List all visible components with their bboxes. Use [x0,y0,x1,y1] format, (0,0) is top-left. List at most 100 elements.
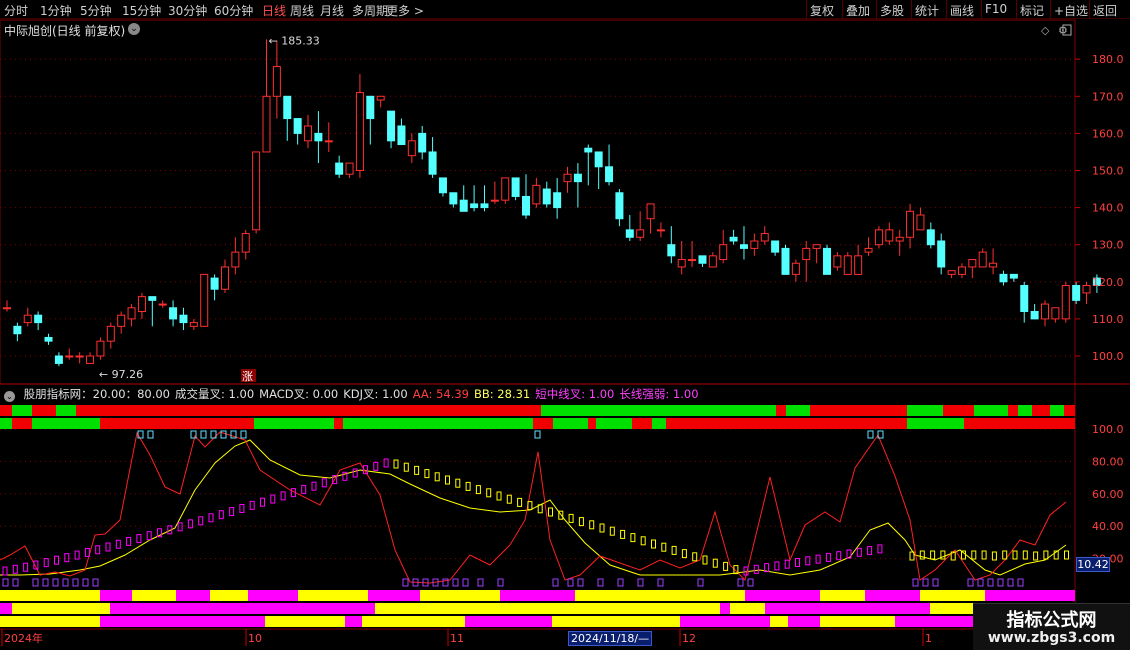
trend-marker [136,534,142,544]
trend-marker [1064,550,1069,560]
trend-marker [681,549,687,559]
signal-strip-segment [666,418,907,429]
strength-bar-segment [345,616,362,627]
trend-marker [919,550,925,560]
candle [106,325,115,342]
signal-strip-segment [12,418,32,429]
candle [739,244,748,249]
trend-marker [815,554,821,564]
bottom-marker [477,578,484,587]
signal-strip-segment [32,405,56,416]
strength-bar-segment [765,603,930,614]
chart-options-button[interactable]: ⌄ [128,23,140,35]
trend-marker [930,550,936,560]
trend-marker [774,561,780,571]
signal-strip-segment [1064,405,1075,416]
signal-strip-segment [56,405,76,416]
trend-marker [1012,550,1018,560]
strength-bar-segment [730,603,765,614]
strength-bar-segment [820,590,865,601]
candle [65,355,74,358]
trend-marker [609,526,615,536]
legend-item-5: BB: 28.31 [474,387,531,401]
candle [324,140,333,143]
trend-marker [825,552,831,562]
candle [584,147,593,153]
bottom-marker [697,578,704,587]
candle [1020,285,1029,312]
candle [34,314,43,324]
legend-item-6: 短中线叉: 1.00 [535,387,615,401]
trend-marker [414,465,420,475]
candle [667,244,676,257]
candle [532,184,541,205]
indicator-options-button[interactable]: ⌄ [4,391,15,402]
bottom-marker [1017,578,1024,587]
strength-bar-segment [552,616,680,627]
strength-bar-segment [865,590,920,601]
candle [1041,303,1049,320]
trend-marker [434,472,440,482]
bottom-marker [1007,578,1014,587]
candle [158,303,167,306]
indicator-legend: ⌄ 股朋指标网：20.00：80.00 成交量叉: 1.00 MACD叉: 0.00… [4,386,704,402]
candle [314,132,323,142]
bottom-marker [637,578,644,587]
candle [636,229,645,238]
signal-strip-segment [907,418,964,429]
candle [843,255,852,275]
candle [428,151,437,175]
trend-marker [753,564,759,574]
candle [470,203,479,209]
price-chart[interactable]: ← 185.33← 97.26 涨 180.0170.0160.0150.0140… [0,0,1130,650]
candle [137,296,146,312]
x-axis-label: 10 [248,632,262,645]
candle [563,173,572,183]
candle [573,173,582,183]
trend-marker [620,529,626,539]
candle [511,177,520,197]
trend-marker [651,539,656,549]
price-axis-label: 100.0 [1092,350,1124,363]
strength-bar-segment [12,603,110,614]
strength-bar-segment [770,616,788,627]
signal-strip-segment [532,405,541,416]
trend-marker [661,542,667,552]
candle [366,95,375,120]
indicator-axis-label: 80.00 [1092,455,1124,468]
bottom-marker [82,578,89,587]
signal-badge-text: 涨 [242,370,253,383]
trend-marker [784,559,790,569]
strength-bar-segment [210,590,248,601]
candle [553,192,562,209]
strength-bar-segment [420,590,500,601]
candle [490,199,499,202]
price-axis-label: 120.0 [1092,276,1124,289]
candle [75,355,84,358]
candle [501,177,510,201]
signal-strip-segment [1050,405,1064,416]
candle [605,166,614,183]
bottom-marker [987,578,994,587]
strength-bar-segment [465,616,552,627]
signal-strip-segment [334,418,343,429]
candle [906,210,915,238]
signal-strip-segment [810,405,907,416]
cross-marker [147,430,154,439]
signal-strip-segment [1032,405,1050,416]
signal-strip-segment [0,418,12,429]
trend-marker [383,458,389,468]
signal-strip-segment [588,418,596,429]
strength-bar-segment [110,603,375,614]
watermark-title: 指标公式网 [1006,610,1097,631]
strength-bar-segment [820,616,895,627]
candle [542,188,551,205]
cross-marker [867,430,874,439]
bottom-marker [92,578,99,587]
bottom-marker [912,578,919,587]
diamond-icon[interactable]: ◇ [1041,24,1050,37]
candle [947,270,956,275]
trend-marker [105,542,111,552]
indicator-axis-label: 100.0 [1092,423,1124,436]
signal-strip-segment [100,418,254,429]
